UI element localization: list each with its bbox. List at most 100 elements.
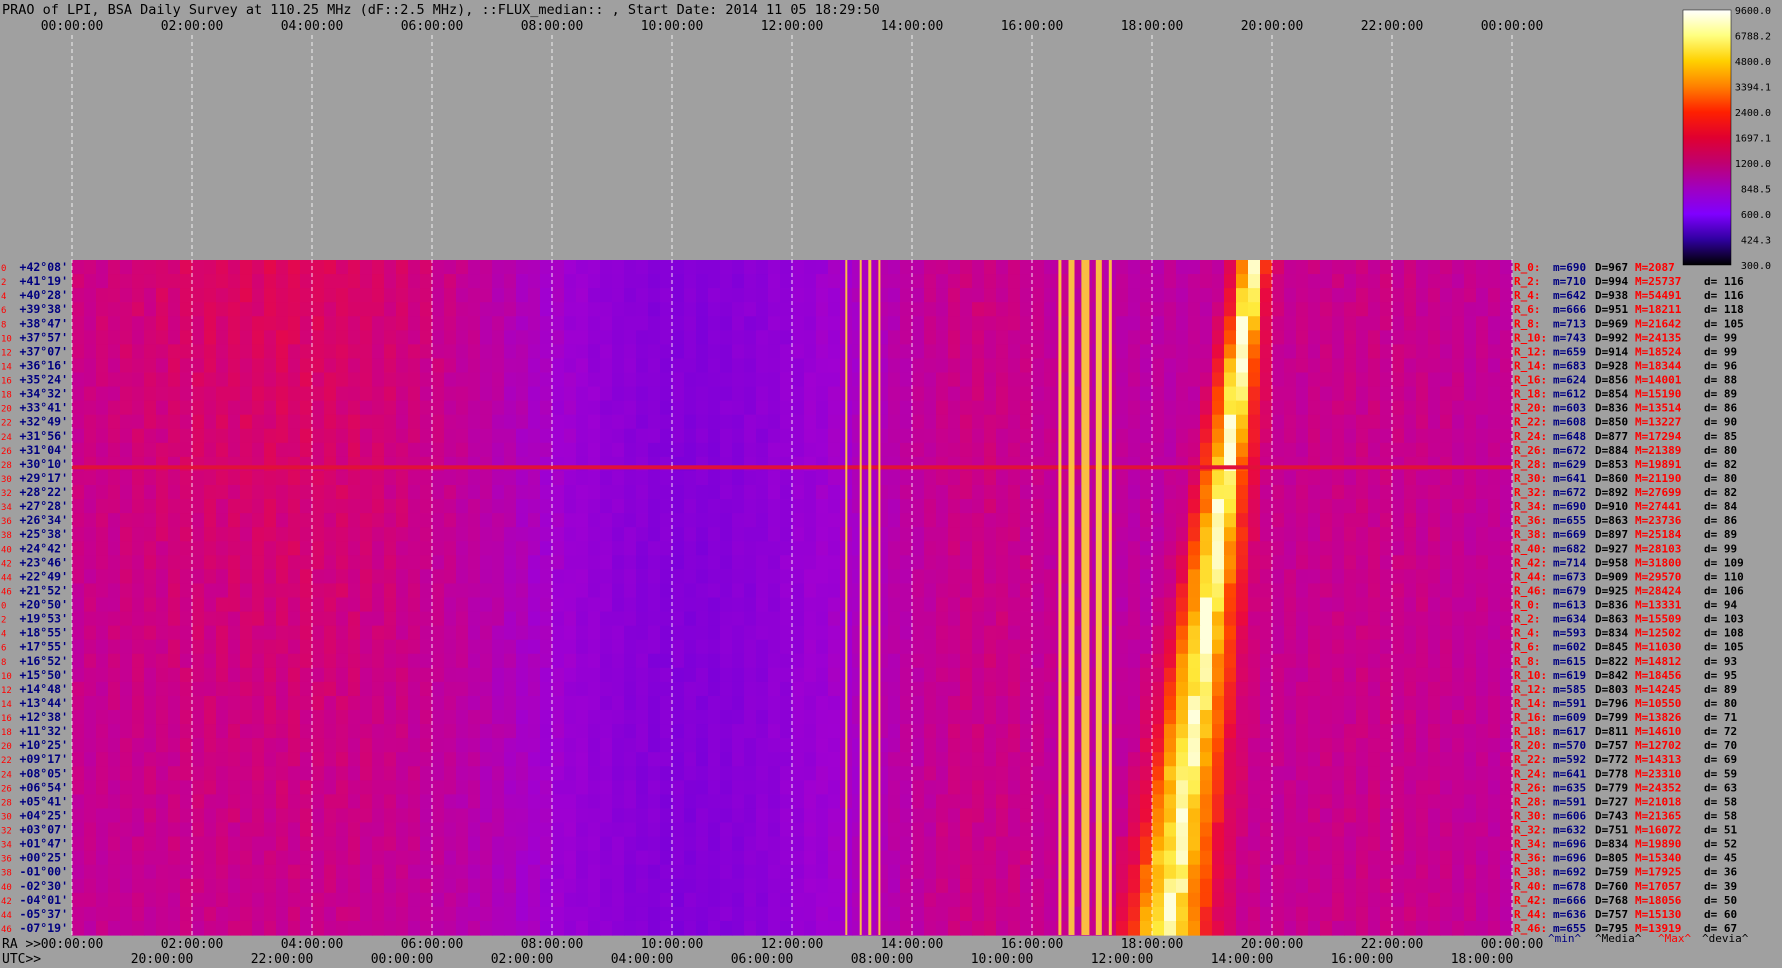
heatmap-cell [588,414,601,430]
heatmap-cell [996,456,1009,472]
heatmap-cell [1152,822,1165,838]
heatmap-cell [1176,372,1189,388]
heatmap-cell [852,724,865,739]
heatmap-cell [732,710,745,725]
heatmap-cell [264,485,277,500]
heatmap-cell [456,456,469,472]
heatmap-cell [264,386,277,402]
heatmap-cell [612,456,625,472]
heatmap-cell [1128,513,1141,528]
heatmap-cell [1224,499,1237,514]
heatmap-cell [1128,274,1141,289]
heatmap-cell [300,808,313,824]
heatmap-cell [924,372,937,388]
heatmap-cell [1476,485,1489,500]
heatmap-cell [852,794,865,810]
heatmap-cell [252,597,265,613]
heatmap-cell [780,822,793,838]
heatmap-cell [360,710,373,725]
heatmap-cell [324,499,337,514]
heatmap-cell [720,527,733,542]
heatmap-cell [408,695,421,711]
heatmap-cell [444,288,457,303]
heatmap-cell [996,822,1009,838]
heatmap-cell [996,400,1009,416]
heatmap-cell [1392,639,1405,655]
heatmap-cell [636,780,649,795]
heatmap-cell [720,428,733,444]
heatmap-cell [1320,822,1333,838]
heatmap-cell [720,541,733,556]
heatmap-cell [1296,386,1309,402]
heatmap-cell [360,274,373,289]
heatmap-cell [1380,667,1393,683]
heatmap-cell [1368,780,1381,795]
heatmap-cell [204,766,217,781]
heatmap-cell [972,653,985,669]
heatmap-cell [216,485,229,500]
heatmap-cell [696,681,709,697]
heatmap-cell [828,653,841,669]
heatmap-cell [948,752,961,767]
heatmap-cell [1500,274,1513,289]
heatmap-cell [984,442,997,458]
heatmap-cell [1452,288,1465,303]
heatmap-cell [216,625,229,641]
heatmap-cell [936,780,949,795]
heatmap-cell [1332,611,1345,627]
heatmap-cell [1380,808,1393,824]
heatmap-cell [456,274,469,289]
heatmap-cell [648,569,661,585]
heatmap-cell [1020,738,1033,753]
heatmap-cell [1464,372,1477,388]
heatmap-cell [972,611,985,627]
heatmap-cell [564,752,577,767]
heatmap-cell [936,527,949,542]
heatmap-cell [144,330,157,345]
heatmap-cell [216,794,229,810]
heatmap-cell [1272,695,1285,711]
heatmap-cell [960,541,973,556]
heatmap-cell [1128,442,1141,458]
heatmap-cell [672,639,685,655]
heatmap-cell [984,316,997,331]
heatmap-cell [84,541,97,556]
heatmap-cell [288,724,301,739]
heatmap-cell [624,681,637,697]
heatmap-cell [204,681,217,697]
heatmap-cell [1224,555,1237,570]
heatmap-cell [120,724,133,739]
heatmap-cell [576,386,589,402]
heatmap-cell [1296,513,1309,528]
heatmap-cell [276,794,289,810]
heatmap-cell [1056,372,1069,388]
heatmap-cell [72,456,85,472]
heatmap-cell [288,836,301,852]
heatmap-cell [312,372,325,388]
heatmap-cell [276,288,289,303]
heatmap-cell [240,611,253,627]
heatmap-cell [708,442,721,458]
heatmap-cell [780,667,793,683]
heatmap-cell [396,681,409,697]
heatmap-cell [384,710,397,725]
heatmap-cell [588,260,601,275]
heatmap-cell [1416,456,1429,472]
heatmap-cell [828,738,841,753]
heatmap-cell [300,710,313,725]
heatmap-cell [804,667,817,683]
heatmap-cell [1176,274,1189,289]
heatmap-cell [972,386,985,402]
heatmap-cell [564,766,577,781]
heatmap-cell [1212,597,1225,613]
heatmap-cell [504,724,517,739]
heatmap-cell [660,442,673,458]
heatmap-cell [1272,667,1285,683]
heatmap-cell [1272,639,1285,655]
heatmap-cell [612,597,625,613]
heatmap-cell [396,794,409,810]
heatmap-cell [732,358,745,374]
heatmap-cell [948,794,961,810]
heatmap-cell [696,611,709,627]
heatmap-cell [1152,288,1165,303]
